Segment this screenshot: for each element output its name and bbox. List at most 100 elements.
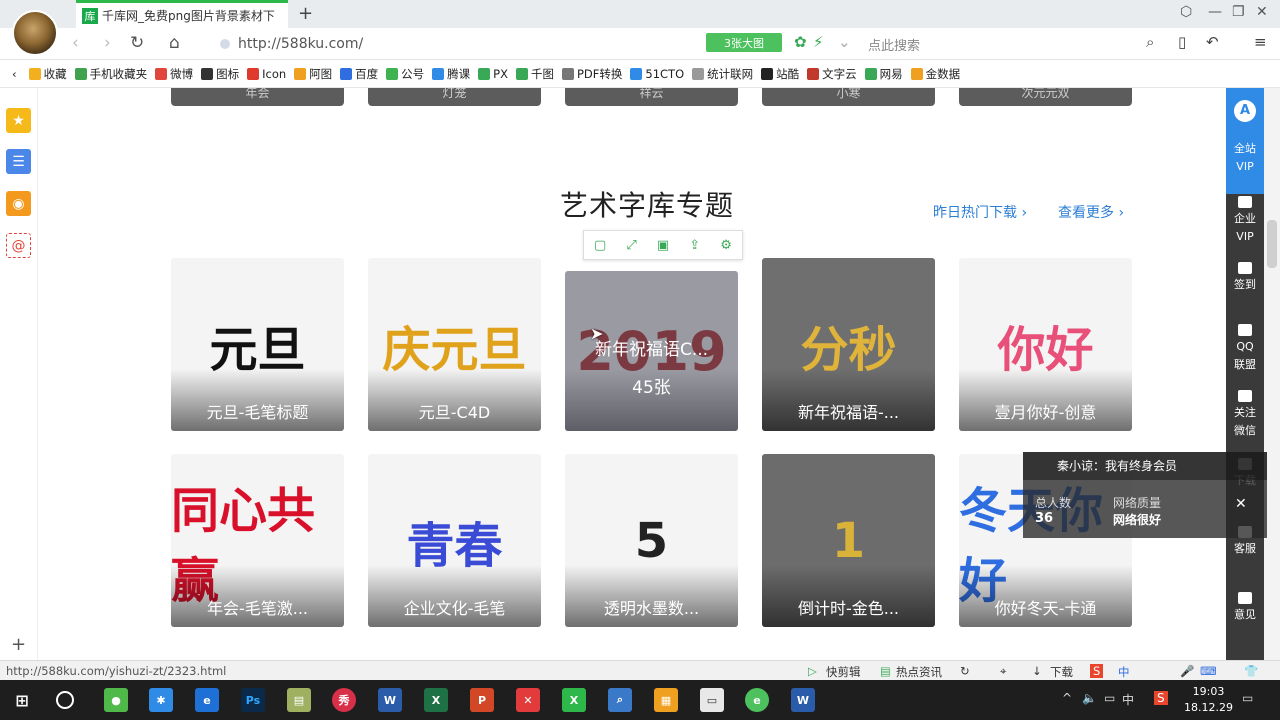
side-panel-item[interactable]: 签到 xyxy=(1226,276,1264,294)
display-icon[interactable]: ▭ xyxy=(700,688,724,712)
news-icon[interactable]: ▤ xyxy=(880,664,891,678)
skin-icon[interactable]: ⬡ xyxy=(1180,4,1192,20)
bookmark-item[interactable]: 统计联网 xyxy=(692,66,753,82)
page-scrollbar[interactable] xyxy=(1264,88,1280,660)
photoshop-icon[interactable]: Ps xyxy=(241,688,265,712)
bookmark-item[interactable]: 公号 xyxy=(386,66,424,82)
microphone-icon[interactable]: 🎤 xyxy=(1180,664,1194,678)
grid-app-icon[interactable]: ▦ xyxy=(654,688,678,712)
topic-card[interactable]: 2019新年祝福语C...45张 xyxy=(565,271,738,431)
360-browser-icon[interactable]: e xyxy=(745,688,769,712)
add-sidebar-icon[interactable]: + xyxy=(11,634,26,655)
notes-icon[interactable]: ▤ xyxy=(287,688,311,712)
bookmark-item[interactable]: 手机收藏夹 xyxy=(74,66,147,82)
prev-row-card[interactable]: 小寒 xyxy=(762,88,935,106)
chevron-down-icon[interactable]: ⌄ xyxy=(838,33,851,51)
search-icon[interactable]: ⌕ xyxy=(1146,33,1154,51)
prev-row-card[interactable]: 年会 xyxy=(171,88,344,106)
bookmark-item[interactable]: 微博 xyxy=(155,66,193,82)
side-panel-item[interactable]: 企业 VIP xyxy=(1226,210,1264,246)
save-icon[interactable]: ▣ xyxy=(657,238,669,253)
side-panel-item[interactable]: 关注 微信 xyxy=(1226,404,1264,440)
snipping-icon[interactable]: ⌕ xyxy=(608,688,632,712)
copy-icon[interactable]: ▢ xyxy=(594,238,606,253)
wechat-icon[interactable]: ● xyxy=(104,688,128,712)
undo-icon[interactable]: ↶ xyxy=(1206,33,1219,51)
mail-icon[interactable]: @ xyxy=(6,233,31,258)
prev-row-card[interactable]: 次元元双 xyxy=(959,88,1132,106)
side-panel-item[interactable]: 意见 xyxy=(1226,606,1264,624)
notification-icon[interactable]: ▭ xyxy=(1242,691,1253,705)
word-icon[interactable]: W xyxy=(378,688,402,712)
windows-start-icon[interactable]: ⊞ xyxy=(10,688,34,712)
bookmark-item[interactable]: 收藏 xyxy=(28,66,67,82)
popup-close-icon[interactable]: ✕ xyxy=(1235,496,1247,512)
bookmark-item[interactable]: 51CTO xyxy=(630,66,684,82)
volume-icon[interactable]: 🔈 xyxy=(1082,691,1097,705)
url-text[interactable]: http://588ku.com/ xyxy=(238,36,363,52)
reader-icon[interactable]: ☰ xyxy=(6,149,31,174)
prev-row-card[interactable]: 祥云 xyxy=(565,88,738,106)
scrollbar-thumb[interactable] xyxy=(1267,220,1277,268)
new-tab-button[interactable]: + xyxy=(298,3,313,24)
topic-card[interactable]: 5 透明水墨数... xyxy=(565,454,738,627)
bookmark-item[interactable]: PDF转换 xyxy=(561,66,622,82)
topic-card[interactable]: 同心共赢年会-毛笔激... xyxy=(171,454,344,627)
status-pin-icon[interactable]: ⌖ xyxy=(1000,664,1006,679)
home-icon[interactable]: ⌂ xyxy=(169,33,180,53)
bookmark-item[interactable]: 网易 xyxy=(864,66,903,82)
browser-tab[interactable]: 库 千库网_免费png图片背景素材下 xyxy=(76,0,288,28)
site-info-icon[interactable] xyxy=(220,39,230,49)
keyboard-icon[interactable]: ⌨ xyxy=(1200,664,1217,678)
topic-card[interactable]: 庆元旦 元旦-C4D xyxy=(368,258,541,431)
bookmark-item[interactable]: 阿图 xyxy=(294,66,332,82)
excel-icon[interactable]: X xyxy=(424,688,448,712)
restore-button[interactable]: ❐ xyxy=(1232,4,1245,20)
bookmark-item[interactable]: 腾课 xyxy=(432,66,470,82)
edge-icon[interactable]: e xyxy=(195,688,219,712)
network-icon[interactable]: ▭ xyxy=(1104,691,1115,705)
excel-green-icon[interactable]: X xyxy=(562,688,586,712)
shirt-icon[interactable]: 👕 xyxy=(1244,664,1258,678)
download-icon[interactable]: ↓ xyxy=(1032,664,1042,678)
xiu-icon[interactable]: 秀 xyxy=(332,688,356,712)
bookmark-item[interactable]: 千图 xyxy=(515,66,554,82)
menu-icon[interactable]: ≡ xyxy=(1254,33,1267,51)
speed-icon[interactable]: ✿ xyxy=(794,33,807,51)
app-star-icon[interactable]: ✱ xyxy=(149,688,173,712)
expand-icon[interactable]: ⤢ xyxy=(626,238,636,253)
bookmark-item[interactable]: 文字云 xyxy=(807,66,857,82)
bookmark-item[interactable]: PX xyxy=(478,66,508,82)
status-item-news[interactable]: 热点资讯 xyxy=(896,664,942,680)
topic-card[interactable]: 元旦 元旦-毛笔标题 xyxy=(171,258,344,431)
favorites-star-icon[interactable]: ★ xyxy=(6,108,31,133)
url-field[interactable]: http://588ku.com/ xyxy=(200,32,1160,56)
system-clock[interactable]: 19:03 18.12.29 xyxy=(1184,684,1233,716)
site-vip-button[interactable]: A 全站 VIP xyxy=(1226,88,1264,194)
clip-icon[interactable]: ▷ xyxy=(808,664,817,678)
status-item-download[interactable]: 下载 xyxy=(1050,664,1073,680)
search-input[interactable]: 点此搜索 xyxy=(868,35,920,54)
side-panel-item[interactable]: QQ 联盟 xyxy=(1226,338,1264,374)
close-window-button[interactable]: ✕ xyxy=(1256,4,1268,20)
minimize-button[interactable]: — xyxy=(1208,4,1222,20)
bookmarks-collapse-icon[interactable]: ‹ xyxy=(12,67,17,81)
lightning-icon[interactable]: ⚡ xyxy=(813,33,824,51)
tray-sogou-icon[interactable]: S xyxy=(1154,691,1168,705)
tray-chevron-icon[interactable]: ^ xyxy=(1062,691,1072,705)
back-icon[interactable]: ‹ xyxy=(72,33,79,53)
forward-icon[interactable]: › xyxy=(104,33,111,53)
cortana-icon[interactable] xyxy=(56,691,74,709)
share-icon[interactable]: ⇪ xyxy=(689,238,700,253)
bigpic-button[interactable]: 3张大图 xyxy=(706,33,782,52)
topic-card[interactable]: 青春 企业文化-毛笔 xyxy=(368,454,541,627)
powerpoint-icon[interactable]: P xyxy=(470,688,494,712)
bookmark-item[interactable]: 金数据 xyxy=(910,66,960,82)
word-doc-icon[interactable]: W xyxy=(791,688,815,712)
topic-card[interactable]: 你好 壹月你好-创意 xyxy=(959,258,1132,431)
topic-card[interactable]: 1 倒计时-金色... xyxy=(762,454,935,627)
tray-ime[interactable]: 中 xyxy=(1122,691,1134,708)
view-more-link[interactable]: 查看更多 › xyxy=(1058,202,1124,222)
prev-row-card[interactable]: 灯笼 xyxy=(368,88,541,106)
weibo-icon[interactable]: ◉ xyxy=(6,191,31,216)
